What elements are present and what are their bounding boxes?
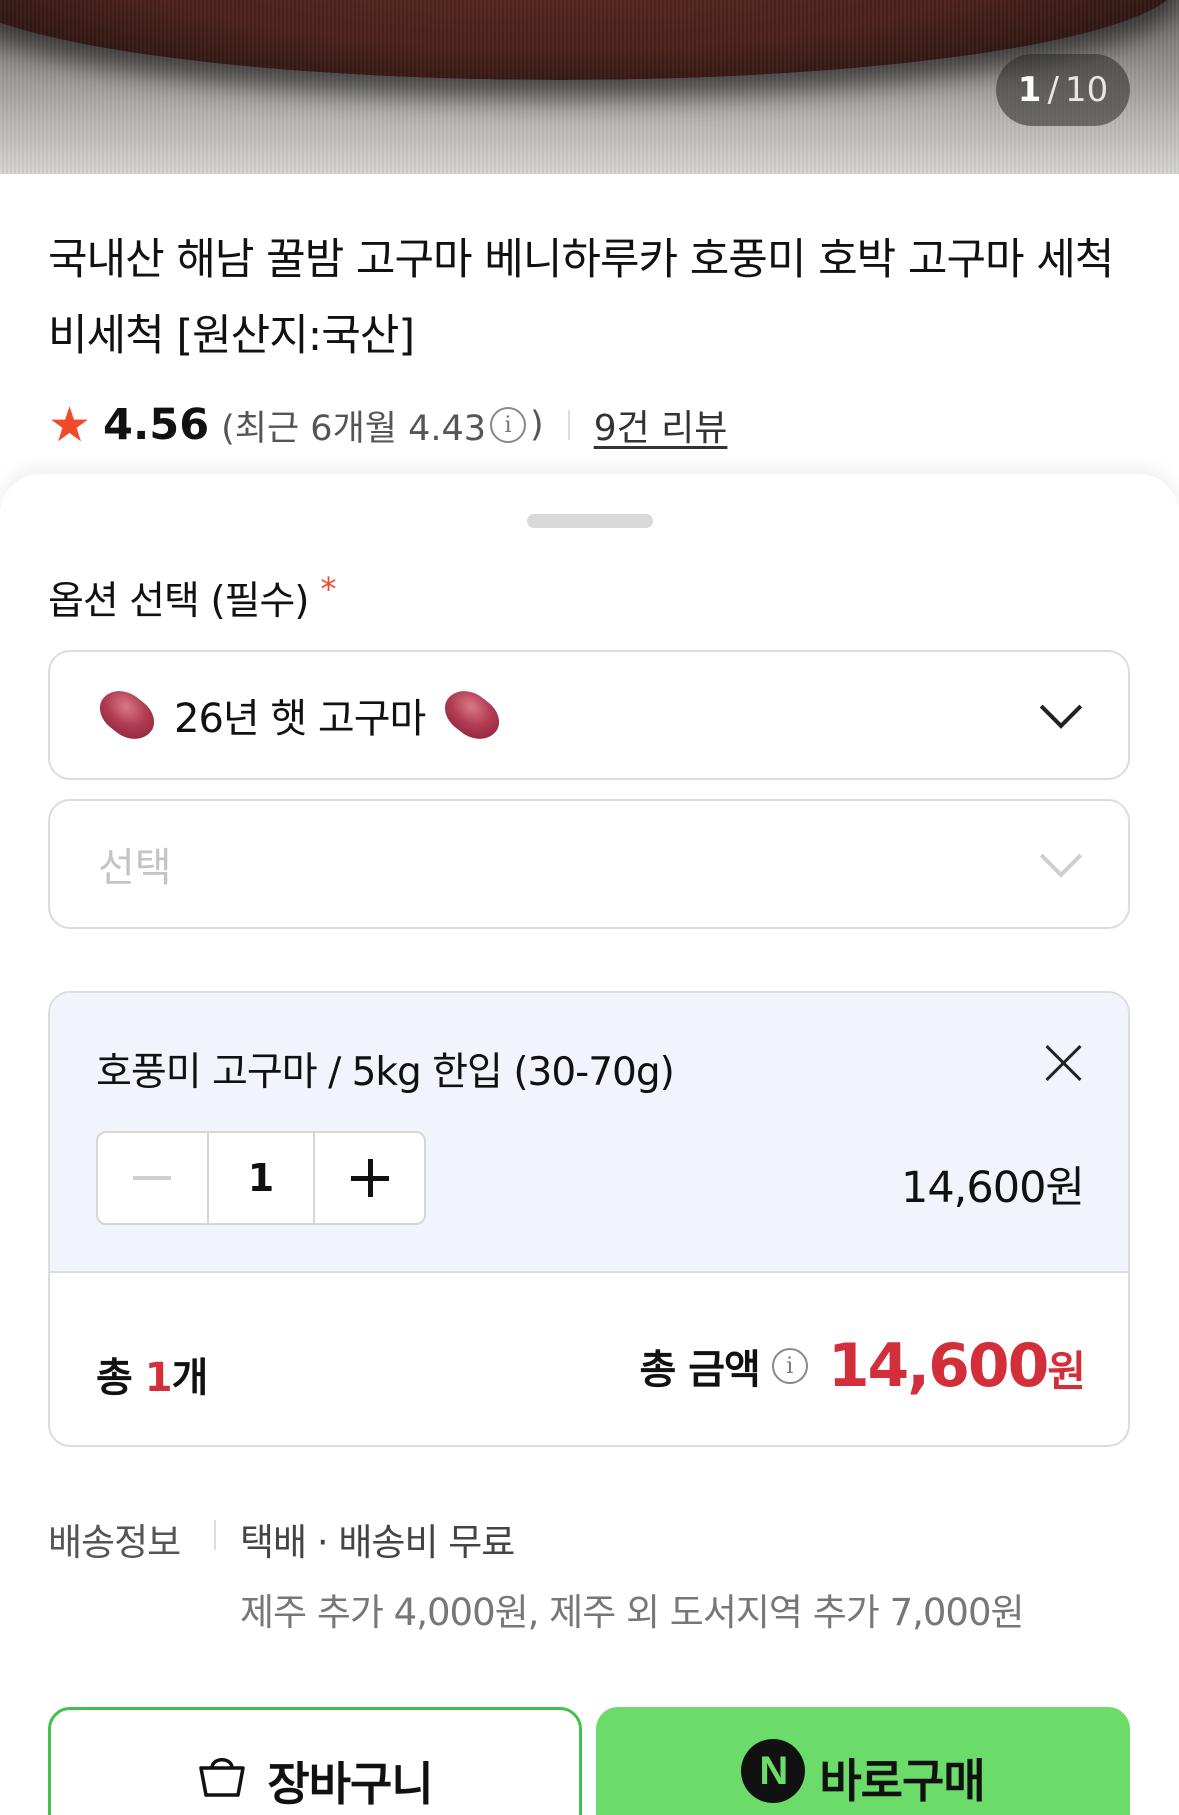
selected-item: 호풍미 고구마 / 5kg 한입 (30-70g) 1 14,600원 bbox=[50, 993, 1128, 1273]
product-image-gallery[interactable]: 1 / 10 bbox=[0, 0, 1179, 174]
shipping-label: 배송정보 bbox=[48, 1521, 181, 1564]
total-amount: 14,600원 bbox=[827, 1331, 1086, 1401]
plus-icon bbox=[350, 1159, 389, 1197]
option-select-1[interactable]: 26년 햇 고구마 bbox=[48, 650, 1130, 780]
total-quantity: 총 1개 bbox=[96, 1355, 208, 1401]
info-icon[interactable]: i bbox=[490, 407, 527, 443]
total-amount-row: 총 금액 i 14,600원 bbox=[639, 1331, 1086, 1401]
selected-item-card: 호풍미 고구마 / 5kg 한입 (30-70g) 1 14,600원 총 1개… bbox=[48, 991, 1130, 1447]
add-to-cart-button[interactable]: 장바구니 bbox=[48, 1707, 582, 1815]
option-bottom-sheet: 옵션 선택 (필수) * 26년 햇 고구마 선택 호풍미 고구마 / 5kg 한… bbox=[0, 474, 1179, 1815]
sheet-drag-handle[interactable] bbox=[527, 514, 653, 528]
option-select-1-value: 26년 햇 고구마 bbox=[174, 696, 426, 742]
increase-button[interactable] bbox=[315, 1133, 424, 1223]
recent-rating: (최근 6개월 4.43 i ) bbox=[221, 405, 544, 449]
buy-now-button[interactable]: N 바로구매 bbox=[596, 1707, 1130, 1815]
sweet-potato-icon bbox=[91, 681, 163, 749]
chevron-down-icon bbox=[1039, 686, 1083, 729]
required-mark: * bbox=[320, 570, 337, 608]
total-amount-label: 총 금액 bbox=[639, 1347, 760, 1393]
info-icon[interactable]: i bbox=[771, 1348, 808, 1384]
chevron-down-icon bbox=[1039, 835, 1083, 878]
decrease-button[interactable] bbox=[98, 1133, 207, 1223]
divider bbox=[214, 1520, 216, 1550]
option-select-2[interactable]: 선택 bbox=[48, 799, 1130, 929]
selected-item-name: 호풍미 고구마 / 5kg 한입 (30-70g) bbox=[96, 1050, 675, 1095]
naver-pay-icon: N bbox=[741, 1739, 806, 1803]
shopping-bag-icon bbox=[199, 1758, 246, 1797]
quantity-stepper: 1 bbox=[96, 1131, 426, 1225]
star-icon: ★ bbox=[48, 397, 92, 453]
quantity-value[interactable]: 1 bbox=[206, 1133, 316, 1223]
product-title: 국내산 해남 꿀밤 고구마 베니하루카 호풍미 호박 고구마 세척 비세척 [원… bbox=[48, 235, 1114, 361]
divider bbox=[567, 410, 570, 440]
option-label: 옵션 선택 (필수) * bbox=[48, 570, 337, 624]
shipping-method: 택배 · 배송비 무료 bbox=[240, 1521, 515, 1564]
minus-icon bbox=[133, 1176, 172, 1180]
rating-row: ★ 4.56 (최근 6개월 4.43 i ) 9건 리뷰 bbox=[48, 398, 727, 452]
reviews-link[interactable]: 9건 리뷰 bbox=[594, 399, 728, 451]
close-icon[interactable] bbox=[1044, 1043, 1084, 1083]
option-select-2-placeholder: 선택 bbox=[98, 845, 172, 891]
rating-score: 4.56 bbox=[103, 400, 210, 450]
shipping-extra-fee: 제주 추가 4,000원, 제주 외 도서지역 추가 7,000원 bbox=[240, 1591, 1025, 1634]
sweet-potato-icon bbox=[437, 681, 508, 749]
image-counter: 1 / 10 bbox=[996, 54, 1130, 126]
item-price: 14,600원 bbox=[900, 1163, 1085, 1213]
